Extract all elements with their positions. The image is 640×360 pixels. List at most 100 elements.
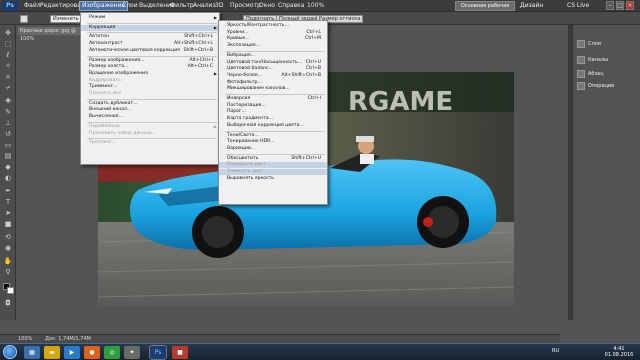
adjust-menu-item[interactable]: Фотофильтр... xyxy=(219,80,327,86)
blur-tool-icon[interactable]: ◆ xyxy=(3,163,13,172)
crop-tool-icon[interactable]: ⌗ xyxy=(3,73,13,82)
background-color-swatch[interactable] xyxy=(7,287,14,294)
status-doc-size: Док: 1,74M/1,74M xyxy=(45,336,91,342)
image-menu-item[interactable]: Вращение изображения ▶ xyxy=(81,71,219,77)
image-menu-item[interactable]: Режим ▶ xyxy=(81,15,219,21)
workspace-button[interactable]: Основная рабочая среда xyxy=(455,1,515,17)
maximize-icon[interactable]: □ xyxy=(616,1,624,10)
image-menu-item[interactable]: Размер изображения... Alt+Ctrl+I xyxy=(81,58,219,64)
3d-rotate-tool-icon[interactable]: ⟲ xyxy=(3,233,13,242)
image-menu-item[interactable]: Автоматическая цветовая коррекция Shift+C… xyxy=(81,48,219,54)
image-menu-item[interactable]: Внешний канал... xyxy=(81,107,219,113)
clock-date: 01.08.2016 xyxy=(604,352,634,358)
submenu-arrow-icon: ▶ xyxy=(213,15,217,20)
media-player-icon[interactable]: ▶ xyxy=(64,346,80,359)
menu-3d[interactable]: 3D xyxy=(213,2,225,10)
lasso-tool-icon[interactable]: ℓ xyxy=(3,51,13,60)
photoshop-logo: Ps xyxy=(2,1,18,11)
firefox-icon[interactable]: ● xyxy=(84,346,100,359)
adjust-menu-item[interactable]: Постеризация... xyxy=(219,103,327,109)
folder-icon[interactable]: ▬ xyxy=(44,346,60,359)
menu-window[interactable]: Окно xyxy=(257,2,277,10)
app-icon[interactable]: ✦ xyxy=(124,346,140,359)
adjust-menu-item[interactable]: Черно-белое... Alt+Shift+Ctrl+B xyxy=(219,73,327,79)
menu-separator xyxy=(87,121,217,123)
menu-separator xyxy=(225,130,325,132)
menu-help[interactable]: Справка xyxy=(276,2,306,10)
adjust-menu-item[interactable]: Вариации... xyxy=(219,146,327,152)
image-menu-item[interactable]: Автотон Shift+Ctrl+L xyxy=(81,34,219,40)
adjust-menu-item[interactable]: Экспозиция... xyxy=(219,43,327,49)
adjust-menu-item[interactable]: Обесцветить Shift+Ctrl+U xyxy=(219,156,327,162)
image-menu-item-label: Вычисления... xyxy=(89,114,123,120)
image-menu-item[interactable]: Автоконтраст Alt+Shift+Ctrl+L xyxy=(81,41,219,47)
adjust-menu-item[interactable]: Яркость/Контрастность... xyxy=(219,23,327,29)
image-menu-item[interactable]: Коррекция ▶ xyxy=(81,24,219,31)
adjust-menu-item-label: Уровни... xyxy=(227,29,249,35)
adjust-menu-item[interactable]: Выборочная коррекция цвета... xyxy=(219,123,327,129)
image-menu-item: Переменные ▶ xyxy=(81,124,219,130)
status-zoom[interactable]: 100% xyxy=(18,335,32,343)
design-workspace-link[interactable]: Дизайн xyxy=(520,2,543,9)
image-menu-item-label: Треппинг... xyxy=(89,140,117,146)
adjust-menu-item[interactable]: Цветовой баланс... Ctrl+B xyxy=(219,66,327,72)
shape-tool-icon[interactable]: ■ xyxy=(3,220,13,229)
zoom-tool-icon[interactable]: ⚲ xyxy=(3,268,13,277)
brush-tool-icon[interactable]: ✎ xyxy=(3,108,13,117)
start-button[interactable] xyxy=(3,345,17,359)
menu-separator xyxy=(87,98,217,100)
adjust-menu-item[interactable]: Карта градиента... xyxy=(219,116,327,122)
history-brush-tool-icon[interactable]: ↺ xyxy=(3,130,13,139)
adjust-menu-item[interactable]: Микширование каналов... xyxy=(219,86,327,92)
image-menu-item[interactable]: Размер холста... Alt+Ctrl+C xyxy=(81,64,219,70)
adjust-menu-item[interactable]: Цветовой тон/Насыщенность... Ctrl+U xyxy=(219,60,327,66)
adjust-menu-item-shortcut: Ctrl+M xyxy=(305,36,321,42)
image-menu-item[interactable]: Тримминг... xyxy=(81,84,219,90)
gradient-tool-icon[interactable]: ▤ xyxy=(3,152,13,161)
3d-camera-tool-icon[interactable]: ◉ xyxy=(3,244,13,253)
image-menu-item-label: Размер изображения... xyxy=(89,57,145,63)
image-menu-item[interactable]: Вычисления... xyxy=(81,114,219,120)
move-tool-icon[interactable]: ✥ xyxy=(3,29,13,38)
adjust-menu-item[interactable]: Кривые... Ctrl+M xyxy=(219,36,327,42)
adjust-menu-item-shortcut: Ctrl+I xyxy=(307,96,321,101)
type-tool-icon[interactable]: T xyxy=(3,198,13,207)
close-icon[interactable]: × xyxy=(626,1,634,10)
tools-panel: ✥ ⬚ ℓ ✧ ⌗ ⌿ ✚ ✎ ⊥ ↺ ▭ ▤ ◆ ◐ ✒ T ➤ ■ ⟲ ◉ … xyxy=(0,25,16,320)
eraser-tool-icon[interactable]: ▭ xyxy=(3,141,13,150)
photoshop-taskbar-icon[interactable]: Ps xyxy=(149,345,167,360)
adjust-menu-item[interactable]: Инверсия Ctrl+I xyxy=(219,96,327,102)
panel-channels[interactable]: Каналы xyxy=(577,55,608,65)
clone-stamp-tool-icon[interactable]: ⊥ xyxy=(3,119,13,128)
marquee-tool-icon[interactable]: ⬚ xyxy=(3,40,13,49)
dodge-tool-icon[interactable]: ◐ xyxy=(3,174,13,183)
panel-actions[interactable]: Операции xyxy=(577,81,614,91)
adjust-menu-item[interactable]: Выровнять яркость xyxy=(219,176,327,182)
chrome-icon[interactable]: ◎ xyxy=(104,346,120,359)
cs-live-button[interactable]: CS Live xyxy=(567,2,589,9)
document-tab[interactable]: Красные дорог.jpg @ 100% xyxy=(18,27,80,42)
adjust-menu-item[interactable]: Вибрация... xyxy=(219,53,327,59)
adjust-menu-item[interactable]: Уровни... Ctrl+L xyxy=(219,30,327,36)
language-indicator[interactable]: RU xyxy=(552,348,559,354)
system-clock[interactable]: 4:41 01.08.2016 xyxy=(600,346,638,358)
path-selection-tool-icon[interactable]: ➤ xyxy=(3,209,13,218)
adjust-menu-item[interactable]: Тонирование HDR... xyxy=(219,139,327,145)
layers-icon xyxy=(577,39,585,48)
image-menu-item[interactable]: Создать дубликат... xyxy=(81,101,219,107)
magic-wand-tool-icon[interactable]: ✧ xyxy=(3,62,13,71)
panel-layers[interactable]: Слои xyxy=(577,39,601,49)
adjust-menu-item[interactable]: Тени/Света... xyxy=(219,133,327,139)
adjust-menu-item-label: Постеризация... xyxy=(227,102,266,108)
explorer-icon[interactable]: ▦ xyxy=(24,346,40,359)
pen-tool-icon[interactable]: ✒ xyxy=(3,187,13,196)
eyedropper-tool-icon[interactable]: ⌿ xyxy=(3,84,13,93)
hand-tool-icon[interactable]: ✋ xyxy=(3,257,13,266)
app-red-icon[interactable]: ■ xyxy=(172,346,188,359)
healing-brush-tool-icon[interactable]: ✚ xyxy=(3,97,13,106)
adjust-menu-item[interactable]: Порог... xyxy=(219,109,327,115)
zoom-level[interactable]: 100% xyxy=(305,2,326,10)
quick-mask-icon[interactable]: ◘ xyxy=(3,299,13,308)
panel-paragraph[interactable]: Абзац xyxy=(577,69,604,79)
minimize-icon[interactable]: – xyxy=(606,1,614,10)
